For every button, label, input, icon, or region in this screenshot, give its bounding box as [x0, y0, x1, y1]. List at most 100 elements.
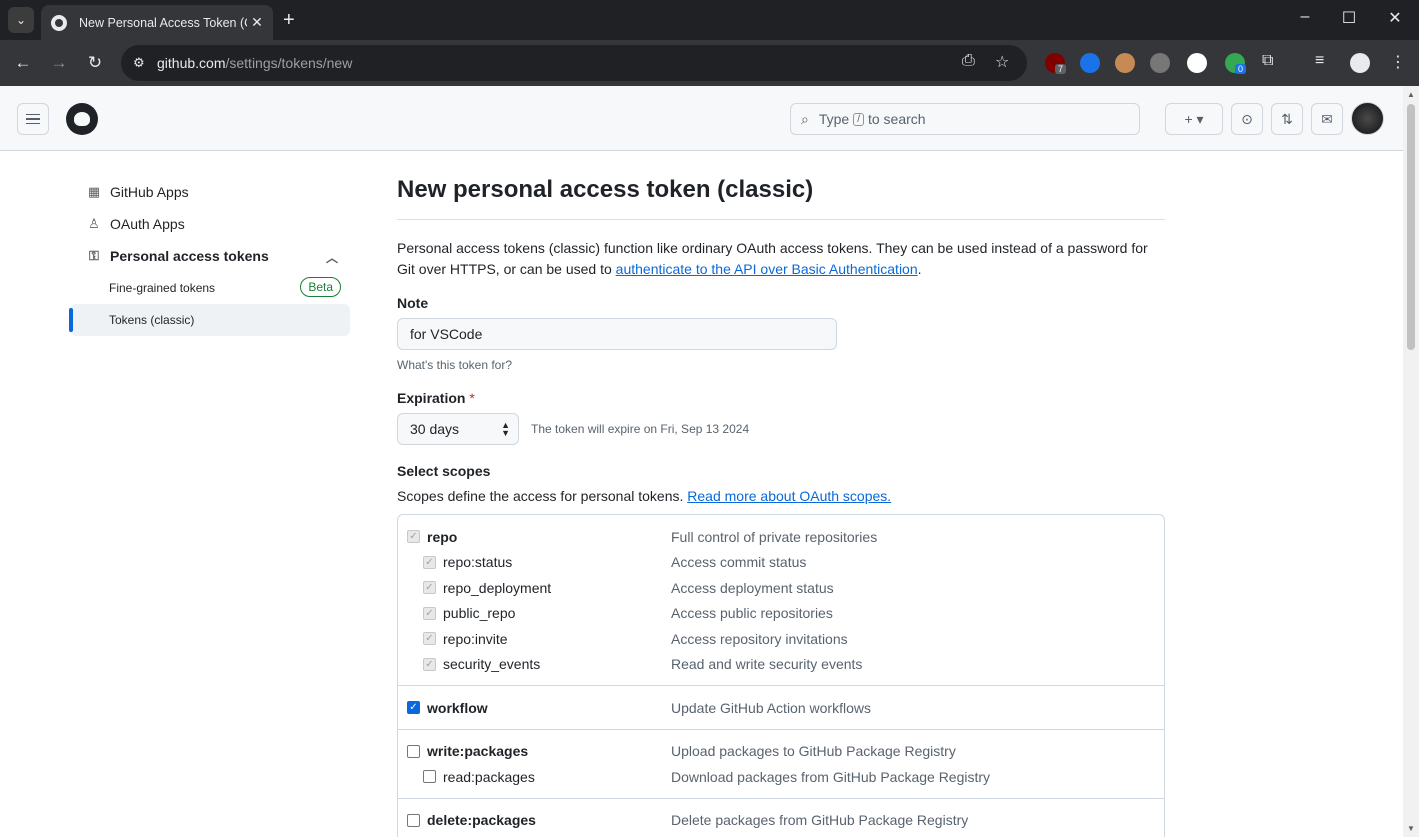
github-logo-icon[interactable] [66, 103, 98, 135]
scope-description: Download packages from GitHub Package Re… [671, 768, 991, 785]
sidebar-item-github-apps[interactable]: ▦ GitHub Apps [70, 176, 350, 208]
sidebar-sub-label: Fine-grained tokens [109, 281, 216, 295]
tab-close-icon[interactable]: ✕ [247, 14, 267, 31]
select-arrows-icon: ▲ ▼ [501, 420, 510, 438]
reload-icon[interactable]: ↻ [83, 53, 107, 73]
intro-text: Personal access tokens (classic) functio… [397, 238, 1165, 280]
sidebar-item-label: Personal access tokens [110, 248, 269, 264]
tab-search-button[interactable]: ⌄ [8, 7, 34, 33]
scope-checkbox[interactable] [423, 770, 436, 784]
browser-menu-icon[interactable]: ⋮ [1390, 52, 1406, 72]
basic-auth-link[interactable]: authenticate to the API over Basic Authe… [616, 261, 918, 277]
scopes-label: Select scopes [397, 463, 491, 479]
beta-badge: Beta [300, 277, 341, 297]
search-icon: ⌕ [801, 110, 809, 127]
media-control-icon[interactable]: ≡ [1315, 52, 1324, 70]
chevron-up-icon[interactable]: ︿ [326, 249, 338, 266]
address-bar[interactable]: ⚙ github.com /settings/tokens/new [121, 45, 1027, 81]
install-app-icon[interactable]: ⎙ [962, 52, 975, 70]
extension-badge: 7 [1055, 64, 1067, 74]
close-window-button[interactable]: ✕ [1372, 8, 1418, 28]
sidebar-item-fine-grained-tokens[interactable]: Fine-grained tokens Beta [70, 272, 350, 304]
scopes-list: ✓ repo Full control of private repositorie… [397, 514, 1165, 837]
expiration-note: The token will expire on Fri, Sep 13 202… [531, 422, 750, 436]
tiger-icon[interactable] [1150, 53, 1170, 73]
scope-name: security_events [443, 656, 541, 673]
person-icon: ♙ [88, 216, 100, 231]
scope-name: read:packages [443, 768, 535, 785]
hamburger-menu-icon[interactable] [17, 103, 49, 135]
scope-group: write:packages Upload packages to GitHub … [398, 730, 1164, 799]
note-input[interactable] [397, 318, 837, 350]
browser-toolbar: ← → ↻ ⚙ github.com /settings/tokens/new … [0, 40, 1419, 86]
search-placeholder-prefix: Type [818, 111, 850, 127]
owl-icon[interactable] [1115, 53, 1135, 73]
sidebar-item-personal-access-tokens[interactable]: ⚿ Personal access tokens ︿ [70, 240, 350, 272]
scope-name: repo:status [443, 554, 513, 571]
scroll-down-icon[interactable]: ▼ [1407, 824, 1415, 833]
create-new-button[interactable]: + ▾ [1165, 103, 1223, 135]
forward-arrow-icon[interactable]: → [47, 53, 71, 73]
back-arrow-icon[interactable]: ← [11, 53, 35, 73]
settings-sidebar: ▦ GitHub Apps ♙ OAuth Apps ⚿ Personal ac… [69, 176, 350, 336]
scope-row: ✓ repo:status Access commit status [398, 550, 1164, 576]
scope-description: Delete packages from GitHub Package Regi… [671, 812, 969, 829]
note-hint: What's this token for? [397, 358, 513, 372]
github-favicon-icon [51, 14, 67, 31]
extension-badge: 0 [1235, 64, 1247, 74]
sidebar-item-label: GitHub Apps [110, 184, 189, 200]
user-avatar[interactable] [1351, 102, 1384, 135]
apps-icon: ▦ [87, 184, 101, 199]
url-path: /settings/tokens/new [225, 55, 353, 71]
scope-description: Update GitHub Action workflows [671, 699, 871, 716]
scope-row: write:packages Upload packages to GitHub … [398, 739, 1164, 765]
extensions-puzzle-icon[interactable]: ⧉ [1262, 52, 1273, 70]
circle-icon[interactable] [1187, 53, 1207, 73]
scope-description: Access repository invitations [671, 630, 848, 647]
sidebar-item-tokens-classic[interactable]: Tokens (classic) [69, 304, 350, 336]
scope-row: ✓ repo:invite Access repository invitation… [398, 626, 1164, 652]
scope-group: delete:packages Delete packages from GitH… [398, 799, 1164, 837]
1password-icon[interactable] [1080, 53, 1100, 73]
scopes-description: Scopes define the access for personal to… [397, 488, 1165, 504]
scroll-up-icon[interactable]: ▲ [1407, 90, 1415, 99]
browser-tab-strip: ⌄ New Personal Access Token (Cla ✕ + – ☐… [0, 0, 1419, 40]
inbox-icon[interactable]: ✉ [1311, 103, 1343, 135]
sidebar-item-oauth-apps[interactable]: ♙ OAuth Apps [70, 208, 350, 240]
expiration-select[interactable]: 30 days ▲ ▼ [397, 413, 519, 445]
new-tab-button[interactable]: + [283, 9, 295, 32]
scope-description: Access deployment status [671, 579, 834, 596]
page-scrollbar[interactable]: ▲ ▼ [1403, 86, 1419, 837]
sidebar-item-label: OAuth Apps [110, 216, 185, 232]
sidebar-sub-label: Tokens (classic) [109, 313, 195, 327]
tab-title: New Personal Access Token (Cla [79, 15, 247, 30]
main-content: New personal access token (classic) Pers… [397, 176, 1165, 837]
bookmark-star-icon[interactable]: ☆ [995, 52, 1009, 72]
scope-description: Access commit status [671, 554, 807, 571]
scope-row: ✓ public_repo Access public repositories [398, 601, 1164, 627]
site-info-icon[interactable]: ⚙ [133, 55, 157, 71]
search-input[interactable]: ⌕ Type / to search [790, 103, 1140, 135]
search-shortcut-key: / [853, 112, 864, 126]
scope-checkbox[interactable] [407, 744, 420, 758]
scrollbar-thumb[interactable] [1407, 104, 1415, 350]
scope-checkbox: ✓ [423, 606, 436, 620]
issues-icon[interactable]: ⊙ [1231, 103, 1263, 135]
browser-tab[interactable]: New Personal Access Token (Cla ✕ [41, 5, 273, 40]
scope-checkbox[interactable] [407, 813, 420, 827]
scope-row: read:packages Download packages from GitH… [398, 764, 1164, 790]
scope-name: workflow [427, 699, 488, 716]
oauth-scopes-link[interactable]: Read more about OAuth scopes. [687, 488, 891, 504]
page-title: New personal access token (classic) [397, 176, 1165, 220]
scope-checkbox[interactable]: ✓ [407, 701, 420, 715]
pull-requests-icon[interactable]: ⇅ [1271, 103, 1303, 135]
minimize-button[interactable]: – [1282, 8, 1328, 26]
profile-avatar-icon[interactable] [1350, 53, 1370, 73]
intro-end: . [917, 261, 922, 277]
maximize-button[interactable]: ☐ [1326, 8, 1372, 28]
expiration-label: Expiration * [397, 390, 1165, 406]
scope-checkbox: ✓ [423, 632, 436, 646]
scope-name: public_repo [443, 605, 516, 622]
scope-description: Access public repositories [671, 605, 833, 622]
url-host: github.com [157, 55, 226, 71]
